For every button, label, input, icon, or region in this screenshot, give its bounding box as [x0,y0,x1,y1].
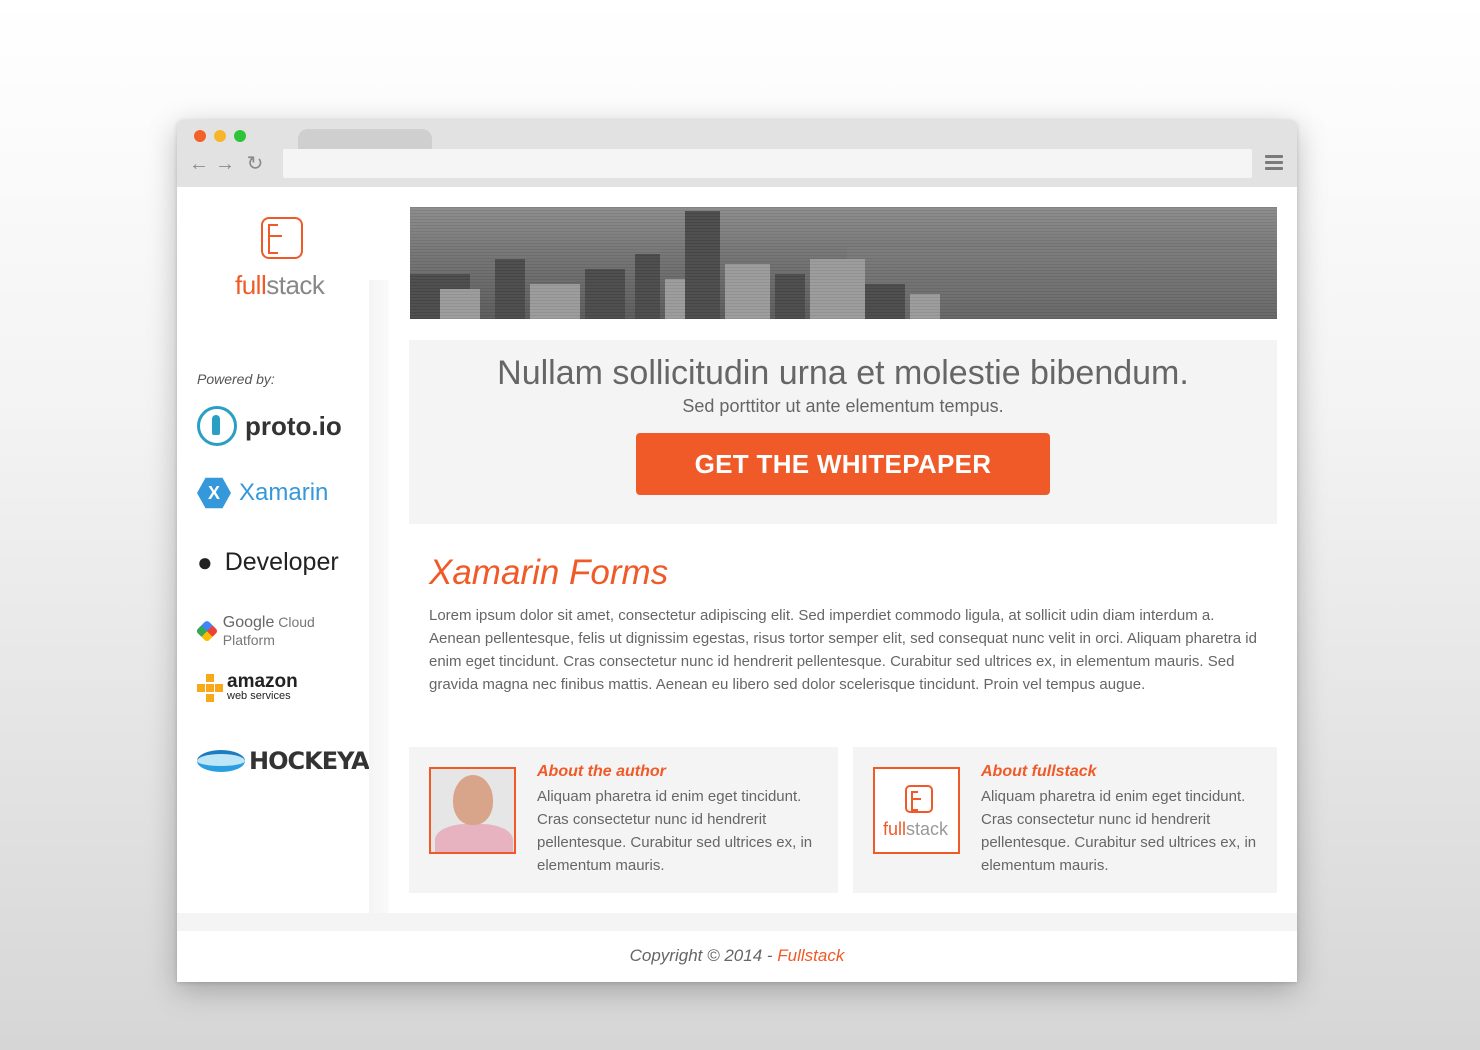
aws-icon [197,673,223,702]
sponsor-amazon-web-services[interactable]: amazon web services [197,671,298,702]
sponsor-label: Google Cloud Platform [222,614,315,648]
footer-divider [177,913,1297,931]
sponsor-google-cloud[interactable]: Google Cloud Platform [195,614,369,648]
hamburger-menu-icon[interactable] [1265,155,1283,171]
rocket-icon [197,406,237,446]
sponsor-label: amazon web services [227,671,298,702]
sponsor-xamarin[interactable]: X Xamarin [197,476,328,510]
copyright-text: Copyright © 2014 - [629,946,778,965]
about-author-card: About the author Aliquam pharetra id eni… [409,747,838,893]
sponsor-label: Xamarin [239,479,329,506]
about-author-body: Aliquam pharetra id enim eget tincidunt.… [537,788,813,874]
reload-icon[interactable]: ↻ [245,153,265,175]
fullstack-logo-text: fullstack [235,270,325,300]
footer: Copyright © 2014 - Fullstack [177,931,1297,982]
about-fullstack-body: Aliquam pharetra id enim eget tincidunt.… [981,788,1257,874]
fullstack-logo-icon [261,217,303,259]
hero-city-image [410,207,1277,319]
get-whitepaper-button[interactable]: GET THE WHITEPAPER [636,433,1050,495]
forward-arrow-icon[interactable]: → [215,153,235,175]
address-bar[interactable] [283,149,1252,178]
about-author-heading[interactable]: About the author [537,763,666,781]
article-title: Xamarin Forms [429,553,669,592]
browser-window: ← → ↻ fullstack Powered by: proto.io X X… [177,120,1297,982]
cta-subtitle: Sed porttitor ut ante elementum tempus. [682,396,1004,416]
maximize-window-button[interactable] [234,130,246,142]
browser-chrome: ← → ↻ [177,120,1297,187]
sponsor-label: Developer [224,548,339,576]
back-arrow-icon[interactable]: ← [189,153,209,175]
hockeyapp-icon [197,750,245,772]
sponsor-proto-io[interactable]: proto.io [197,406,342,446]
google-cloud-icon [195,619,219,643]
close-window-button[interactable] [194,130,206,142]
fullstack-logo-text: fullstack [883,819,949,839]
sponsor-apple-developer[interactable]: ● Developer [197,547,339,578]
cta-panel: Nullam sollicitudin urna et molestie bib… [409,340,1277,524]
apple-icon: ● [197,547,213,577]
main-content: Nullam sollicitudin urna et molestie bib… [389,187,1297,913]
sidebar: fullstack Powered by: proto.io X Xamarin… [177,187,403,913]
fullstack-card-logo: fullstack [873,767,960,854]
author-avatar [429,767,516,854]
cta-title: Nullam sollicitudin urna et molestie bib… [497,354,1189,392]
browser-tab[interactable] [298,129,432,151]
sidebar-divider [369,280,389,913]
fullstack-footer-link[interactable]: Fullstack [777,946,844,965]
fullstack-logo-icon [905,785,933,813]
sponsor-label: proto.io [245,410,342,441]
xamarin-icon: X [197,477,231,509]
about-fullstack-heading[interactable]: About fullstack [981,763,1097,781]
about-fullstack-card: fullstack About fullstack Aliquam pharet… [853,747,1277,893]
powered-by-label: Powered by: [197,371,275,387]
minimize-window-button[interactable] [214,130,226,142]
article-body: Lorem ipsum dolor sit amet, consectetur … [429,607,1257,693]
